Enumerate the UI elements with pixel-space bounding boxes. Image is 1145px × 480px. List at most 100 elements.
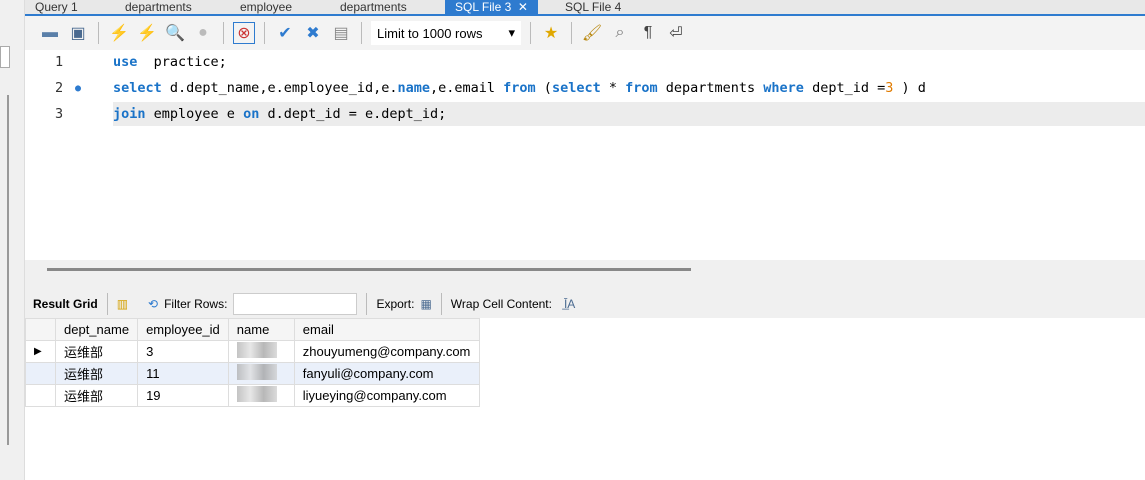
code-line[interactable]: 3 join employee e on d.dept_id = e.dept_i… — [55, 102, 1145, 126]
explain-icon[interactable]: 🔍 — [164, 22, 186, 44]
dropdown-arrow-icon: ▾ — [508, 25, 515, 40]
redacted-name — [236, 364, 277, 380]
separator — [366, 293, 368, 315]
tab-departments-2[interactable]: departments — [340, 0, 407, 14]
result-grid-label[interactable]: Result Grid — [33, 297, 98, 311]
code-token: employee e — [145, 106, 244, 122]
code-token: join — [113, 106, 146, 122]
table-row[interactable]: 运维部 19 liyueying@company.com — [25, 384, 480, 407]
separator — [530, 22, 531, 44]
tab-departments[interactable]: departments — [125, 0, 192, 14]
table-cell[interactable]: 19 — [137, 384, 229, 407]
separator — [571, 22, 572, 44]
code-token: where — [763, 80, 804, 96]
execute-current-icon[interactable]: ⚡ — [136, 22, 158, 44]
add-snippet-icon[interactable]: ★ — [540, 22, 562, 44]
code-text: join employee e on d.dept_id = e.dept_id… — [113, 106, 446, 122]
column-header[interactable]: employee_id — [137, 318, 229, 341]
rollback-icon[interactable]: ✖ — [302, 22, 324, 44]
tab-sql-file-3[interactable]: SQL File 3 ✕ — [445, 0, 538, 14]
tab-label: SQL File 3 — [455, 0, 512, 14]
code-token: practice; — [137, 54, 227, 70]
row-selector[interactable] — [25, 362, 56, 385]
column-header[interactable]: dept_name — [54, 318, 139, 341]
code-token: ) d — [893, 80, 926, 96]
left-divider[interactable] — [7, 95, 9, 445]
autocommit-icon[interactable]: ▤ — [330, 22, 352, 44]
splitter[interactable] — [25, 260, 1145, 290]
separator — [223, 22, 224, 44]
table-row[interactable]: ▶ 运维部 3 zhouyumeng@company.com — [25, 340, 480, 363]
open-folder-icon[interactable]: ▬ — [39, 22, 61, 44]
find-icon[interactable]: ⌕ — [609, 22, 631, 44]
code-token: from — [625, 80, 658, 96]
filter-rows-input[interactable] — [233, 293, 358, 315]
redacted-name — [236, 342, 277, 358]
wrap-icon[interactable]: ⏎ — [665, 22, 687, 44]
beautify-icon[interactable]: 🖌 — [581, 22, 603, 44]
close-icon[interactable]: ✕ — [518, 0, 528, 14]
toggle-continue-icon[interactable]: ⊗ — [233, 22, 255, 44]
header-row: dept_name employee_id name email — [25, 318, 480, 341]
stop-icon[interactable]: ● — [192, 22, 214, 44]
refresh-icon[interactable]: ⟲ — [148, 297, 158, 311]
code-line[interactable]: 2 ● select d.dept_name,e.employee_id,e.nam… — [25, 76, 1145, 100]
column-header[interactable]: email — [293, 318, 480, 341]
redacted-name — [236, 386, 277, 402]
row-selector[interactable] — [25, 384, 56, 407]
table-cell[interactable]: 11 — [137, 362, 229, 385]
code-token: ( — [535, 80, 552, 96]
wrap-cell-label: Wrap Cell Content: — [450, 297, 552, 311]
tab-bar: Query 1 departments employee departments… — [25, 0, 1145, 16]
limit-rows-select[interactable]: Limit to 1000 rows ▾ — [371, 21, 521, 45]
filter-rows-label: Filter Rows: — [164, 297, 228, 311]
code-text: use practice; — [113, 54, 227, 70]
grid-layout-icon[interactable]: ▥ — [117, 297, 128, 311]
line-number: 2 — [55, 80, 64, 96]
column-header[interactable]: name — [227, 318, 295, 341]
code-token: dept_id = — [803, 80, 886, 96]
table-cell[interactable] — [227, 362, 295, 385]
table-cell[interactable]: 3 — [137, 340, 229, 363]
execute-icon[interactable]: ⚡ — [108, 22, 130, 44]
separator — [264, 22, 265, 44]
statement-marker-icon: ● — [75, 82, 82, 94]
code-text: select d.dept_name,e.employee_id,e.name,… — [113, 80, 926, 96]
code-line[interactable]: 1 use practice; — [25, 50, 1145, 74]
editor-toolbar: ▬ ▣ ⚡ ⚡ 🔍 ● ⊗ ✔ ✖ ▤ Limit to 1000 rows ▾ … — [25, 16, 1145, 50]
invisible-chars-icon[interactable]: ¶ — [637, 22, 659, 44]
code-token: use — [113, 54, 138, 70]
table-cell[interactable] — [227, 384, 295, 407]
code-token: d.dept_name,e.employee_id,e. — [161, 80, 398, 96]
horizontal-scrollbar[interactable] — [47, 268, 691, 271]
table-cell[interactable]: fanyuli@company.com — [293, 362, 480, 385]
table-cell[interactable]: liyueying@company.com — [293, 384, 480, 407]
table-row[interactable]: 运维部 11 fanyuli@company.com — [25, 362, 480, 385]
table-cell[interactable] — [227, 340, 295, 363]
separator — [106, 293, 108, 315]
save-icon[interactable]: ▣ — [67, 22, 89, 44]
separator — [361, 22, 362, 44]
result-toolbar: Result Grid ▥ ⟲ Filter Rows: Export: ▦ W… — [25, 290, 1145, 318]
table-cell[interactable]: 运维部 — [54, 340, 139, 363]
line-number: 3 — [55, 106, 64, 122]
row-header-corner — [25, 318, 56, 341]
table-cell[interactable]: 运维部 — [54, 384, 139, 407]
table-cell[interactable]: zhouyumeng@company.com — [293, 340, 480, 363]
row-selector[interactable]: ▶ — [25, 340, 56, 363]
tab-sql-file-4[interactable]: SQL File 4 — [565, 0, 621, 14]
commit-icon[interactable]: ✔ — [274, 22, 296, 44]
left-panel-box — [0, 46, 10, 68]
code-token: d.dept_id = e.dept_id; — [259, 106, 447, 122]
code-token: name — [397, 80, 430, 96]
separator — [440, 293, 442, 315]
tab-employee[interactable]: employee — [240, 0, 292, 14]
export-icon[interactable]: ▦ — [420, 297, 431, 311]
code-token: * — [600, 80, 626, 96]
tab-query-1[interactable]: Query 1 — [35, 0, 78, 14]
table-cell[interactable]: 运维部 — [54, 362, 139, 385]
limit-label: Limit to 1000 rows — [377, 25, 483, 41]
wrap-cell-icon[interactable]: Ī̲A — [564, 297, 575, 311]
sql-editor[interactable]: 1 use practice; 2 ● select d.dept_name,e.emp… — [25, 50, 1145, 260]
export-label: Export: — [376, 297, 415, 311]
